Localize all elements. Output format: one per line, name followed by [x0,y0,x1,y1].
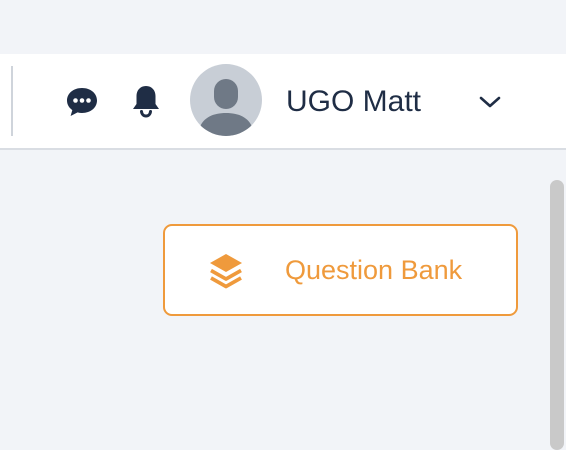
top-strip [0,0,566,54]
header-divider [11,66,13,136]
chat-bubble-icon [67,88,97,116]
scrollbar-thumb[interactable] [550,180,564,450]
question-bank-label: Question Bank [285,255,463,285]
question-bank-button[interactable]: Question Bank [163,224,518,316]
user-name[interactable]: UGO Matt [286,82,421,122]
notifications-button[interactable] [128,82,164,120]
chat-button[interactable] [64,84,100,120]
bell-icon [133,86,159,118]
user-avatar-icon [198,79,254,136]
layers-icon [210,254,242,289]
user-menu-toggle[interactable] [474,86,506,118]
user-avatar[interactable] [190,64,262,136]
chevron-down-icon [479,96,501,108]
